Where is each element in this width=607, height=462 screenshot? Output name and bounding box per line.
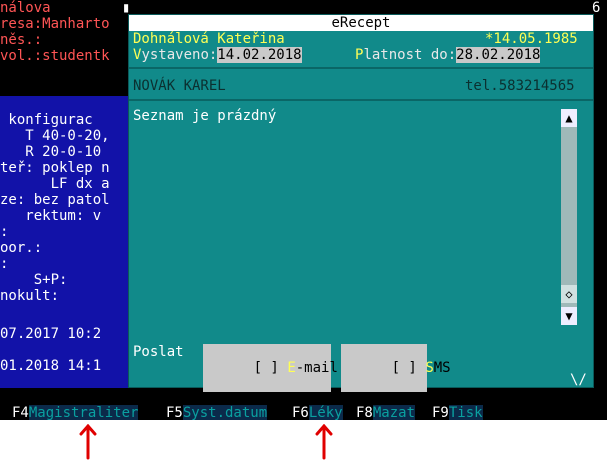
email-label: -mail (295, 360, 338, 376)
function-key-bar: F4Magistraliter F5Syst.datum F6Léky F8Ma… (0, 404, 607, 420)
fkey-key: F9 (432, 405, 449, 420)
fkey-tisk[interactable]: F9Tisk (432, 404, 483, 420)
fkey-key: F6 (292, 405, 309, 420)
terminal-screen: nálova ▮ 6 resa:Manharto něs.: vol.:studen… (0, 0, 607, 420)
fkey-key: F4 (12, 405, 29, 420)
fkey-leky[interactable]: F6Léky (292, 404, 343, 420)
patient-name: Dohnálová Kateřina (133, 31, 285, 47)
issued-date-field[interactable]: 14.02.2018 (217, 47, 302, 63)
fkey-label: Magistraliter (28, 405, 139, 420)
fkey-label: Mazat (372, 405, 416, 420)
valid-date-field[interactable]: 28.02.2018 (456, 47, 541, 63)
erecept-dialog: eRecept Dohnálová Kateřina *14.05.1985 V… (128, 14, 594, 392)
background-line: nokult: (0, 288, 60, 304)
birth-date: *14.05.1985 (485, 31, 578, 47)
email-hotkey: E (287, 360, 296, 376)
divider-top (129, 67, 593, 69)
background-line: 07.2017 10:2 (0, 326, 102, 342)
background-line: oor.: (0, 240, 43, 256)
top-left-title: nálova (0, 0, 51, 16)
background-line: něs.: (0, 32, 43, 48)
doctor-phone: tel.583214565 (465, 78, 575, 94)
background-line: R 20-0-10 (0, 144, 110, 160)
background-line: konfigurac (0, 112, 93, 128)
background-line: teř: poklep n (0, 160, 110, 176)
issued-row: Vystaveno:14.02.2018 (133, 47, 302, 63)
divider-list (129, 99, 593, 101)
doctor-name: NOVÁK KAREL (133, 78, 226, 94)
fkey-key: F8 (356, 405, 373, 420)
send-sms-option[interactable]: [ ] SMS (341, 344, 451, 392)
background-line: rektum: v (0, 208, 102, 224)
background-line: vol.:studentk (0, 48, 110, 64)
background-line: ze: bez patol (0, 192, 110, 208)
corner-chevron-icon: \/ (570, 372, 587, 388)
send-email-option[interactable]: [ ] E-mail / (203, 344, 355, 392)
scroll-down-icon[interactable]: ▼ (561, 307, 577, 325)
scroll-up-icon[interactable]: ▲ (561, 109, 577, 127)
sms-checkbox[interactable]: [ ] (392, 360, 417, 376)
background-line: S+P: (0, 272, 68, 288)
email-checkbox[interactable]: [ ] (254, 360, 279, 376)
valid-row: Platnost do:28.02.2018 (355, 47, 541, 63)
sms-label: MS (433, 360, 451, 376)
background-line: : (0, 256, 9, 272)
fkey-magistraliter[interactable]: F4Magistraliter (12, 404, 139, 420)
background-line: T 40-0-20, (0, 128, 110, 144)
arrow-up-icon (315, 424, 333, 460)
valid-label: latnost do: (363, 47, 457, 63)
fkey-mazat[interactable]: F8Mazat (356, 404, 416, 420)
fkey-syst-datum[interactable]: F5Syst.datum (166, 404, 268, 420)
fkey-label: Syst.datum (182, 405, 268, 420)
drug-list-empty: Seznam je prázdný (133, 108, 277, 124)
background-line[interactable]: oc Číselníky (0, 80, 101, 96)
dialog-title: eRecept (331, 15, 391, 31)
issued-label: ystaveno: (141, 47, 218, 63)
background-line: : (0, 224, 9, 240)
fkey-key: F5 (166, 405, 183, 420)
send-label: Poslat (133, 344, 184, 360)
background-line: resa:Manharto (0, 16, 110, 32)
list-scrollbar[interactable]: ▲ ◇ ▼ (561, 109, 577, 325)
background-line: LF dx a (0, 176, 110, 192)
sms-hotkey: S (425, 360, 434, 376)
fkey-label: Léky (308, 405, 343, 420)
fkey-label: Tisk (448, 405, 483, 420)
background-line: 01.2018 14:1 (0, 358, 102, 374)
arrow-up-icon (79, 424, 97, 460)
scroll-thumb-icon[interactable]: ◇ (561, 285, 577, 303)
